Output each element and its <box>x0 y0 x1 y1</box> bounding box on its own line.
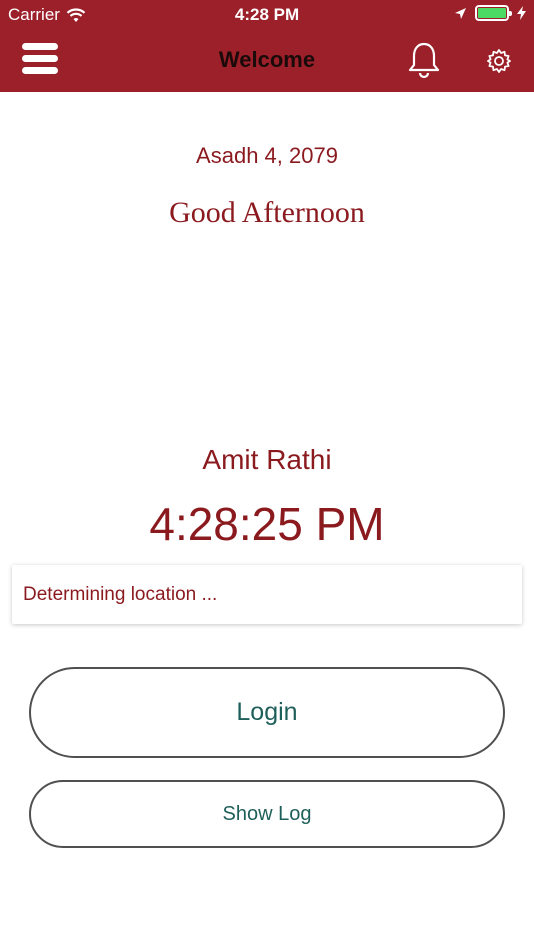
nav-bar: Welcome <box>0 30 534 92</box>
battery-icon <box>475 5 512 21</box>
show-log-button[interactable]: Show Log <box>29 780 505 848</box>
charging-bolt-icon <box>517 6 526 20</box>
settings-button[interactable] <box>486 48 512 74</box>
location-status-text: Determining location ... <box>23 584 218 605</box>
status-bar: Carrier 4:28 PM <box>0 0 534 30</box>
status-right <box>454 5 526 21</box>
bell-icon <box>408 42 440 79</box>
user-name: Amit Rathi <box>202 444 332 475</box>
location-arrow-icon <box>455 7 466 19</box>
greeting-text: Good Afternoon <box>169 196 365 229</box>
gear-icon <box>487 49 511 73</box>
location-status-card: Determining location ... <box>12 565 522 624</box>
battery-level <box>478 8 506 18</box>
login-button[interactable]: Login <box>29 667 505 758</box>
current-date: Asadh 4, 2079 <box>196 143 338 168</box>
notifications-button[interactable] <box>406 41 442 79</box>
page-title: Welcome <box>218 47 316 72</box>
current-time: 4:28:25 PM <box>149 498 385 550</box>
